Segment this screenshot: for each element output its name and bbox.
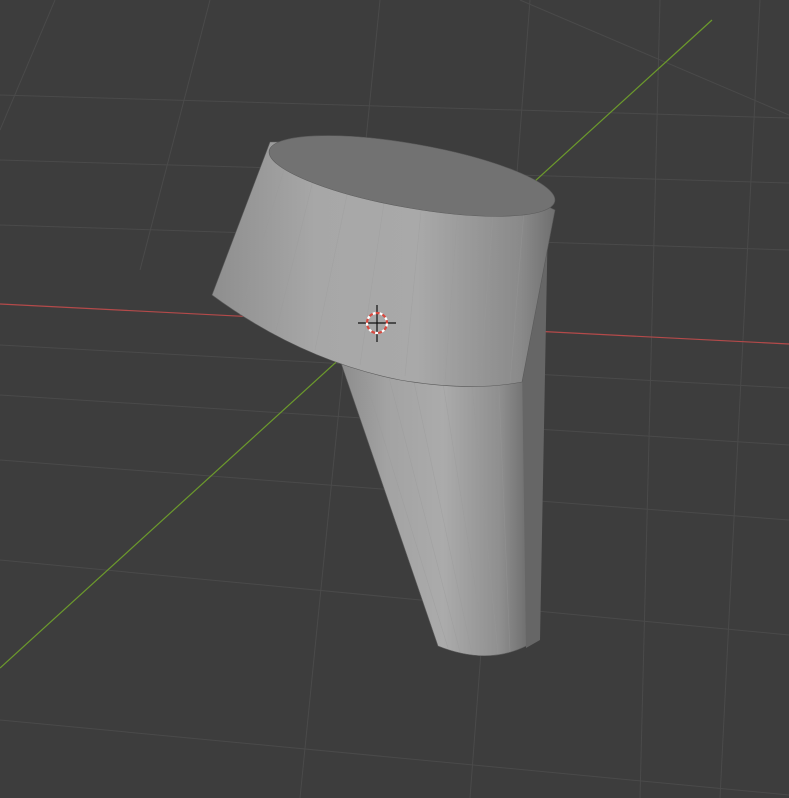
mesh-object[interactable] bbox=[211, 119, 560, 657]
3d-viewport[interactable] bbox=[0, 0, 789, 798]
viewport-canvas[interactable] bbox=[0, 0, 789, 798]
